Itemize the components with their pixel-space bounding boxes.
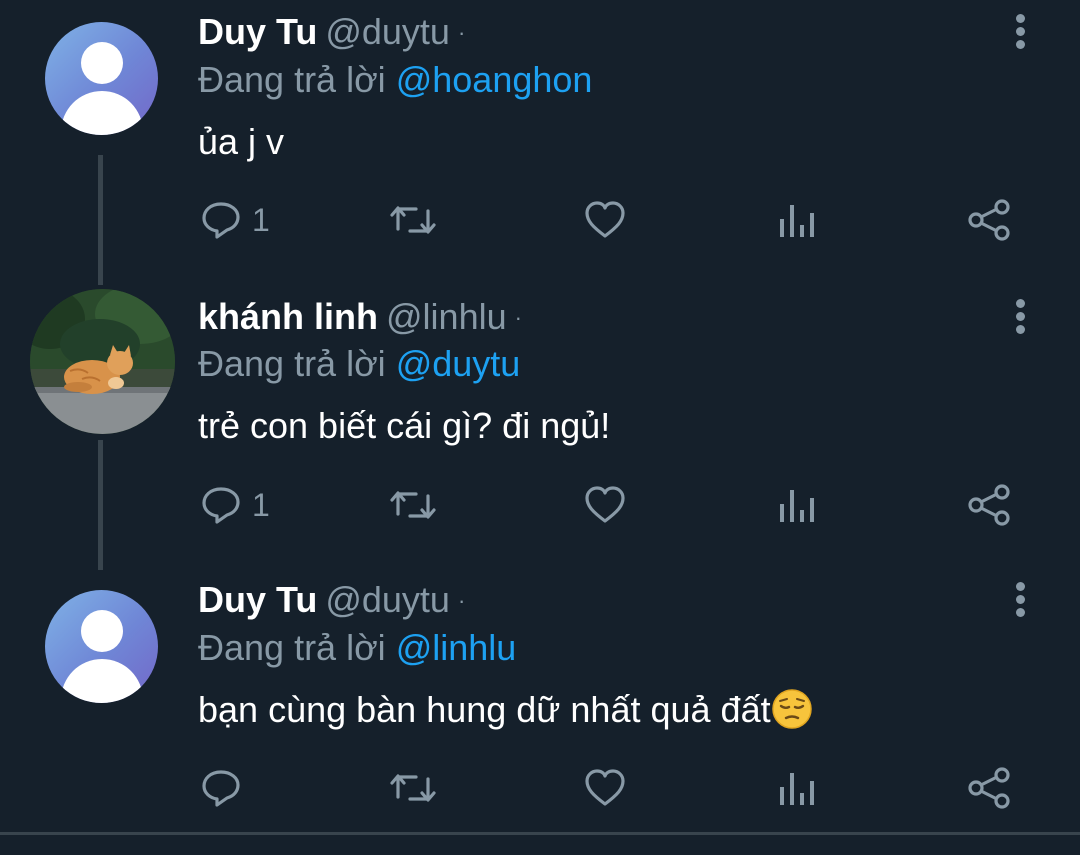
user-handle[interactable]: @duytu: [325, 579, 450, 620]
cat-photo-image: [30, 289, 175, 434]
tweet-text: trẻ con biết cái gì? đi ngủ!: [198, 405, 611, 446]
replying-to: Đang trả lời @hoanghon: [198, 58, 592, 102]
reply-button[interactable]: 1: [200, 480, 270, 530]
retweet-icon: [390, 206, 436, 234]
avatar[interactable]: [45, 22, 158, 135]
separator-dot: ·: [514, 305, 522, 330]
display-name[interactable]: khánh linh: [198, 296, 378, 337]
retweet-button[interactable]: [388, 195, 438, 245]
tweet-header: Duy Tu @duytu ·: [198, 10, 465, 54]
share-icon: [968, 484, 1010, 526]
more-options-button[interactable]: [1004, 295, 1038, 339]
display-name[interactable]: Duy Tu: [198, 579, 317, 620]
heart-icon: [585, 201, 625, 238]
default-profile-icon: [81, 610, 123, 652]
divider: [0, 832, 1080, 835]
reply-mention-link[interactable]: @duytu: [396, 343, 521, 384]
tweet-text-container: bạn cùng bàn hung dữ nhất quả đất: [198, 686, 813, 734]
analytics-button[interactable]: [778, 763, 816, 813]
reply-icon: [202, 487, 240, 524]
tweet-header: khánh linh @linhlu ·: [198, 295, 522, 339]
reply-count: 1: [252, 202, 270, 238]
analytics-button[interactable]: [778, 195, 816, 245]
default-profile-icon: [81, 42, 123, 84]
share-icon: [968, 767, 1010, 809]
reply-button[interactable]: [200, 763, 252, 813]
reply-prefix: Đang trả lời: [198, 627, 386, 668]
reply-mention-link[interactable]: @hoanghon: [396, 59, 593, 100]
user-handle[interactable]: @linhlu: [386, 296, 507, 337]
pensive-face-emoji: [771, 689, 812, 729]
share-button[interactable]: [967, 195, 1011, 245]
analytics-icon: [780, 773, 814, 805]
separator-dot: ·: [457, 20, 466, 45]
retweet-button[interactable]: [388, 763, 438, 813]
separator-dot: ·: [457, 588, 466, 613]
reply-icon: [202, 770, 240, 807]
display-name[interactable]: Duy Tu: [198, 11, 317, 52]
retweet-icon: [390, 491, 436, 519]
avatar[interactable]: [45, 590, 158, 703]
analytics-icon: [780, 490, 814, 522]
avatar[interactable]: [30, 289, 175, 434]
more-options-button[interactable]: [1004, 578, 1038, 622]
user-handle[interactable]: @duytu: [325, 11, 450, 52]
reply-mention-link[interactable]: @linhlu: [396, 627, 517, 668]
analytics-button[interactable]: [778, 480, 816, 530]
reply-icon: [202, 202, 240, 239]
like-button[interactable]: [583, 763, 627, 813]
tweet-text: bạn cùng bàn hung dữ nhất quả đất: [198, 689, 771, 730]
share-button[interactable]: [967, 480, 1011, 530]
replying-to: Đang trả lời @linhlu: [198, 626, 516, 670]
heart-icon: [585, 769, 625, 806]
more-options-button[interactable]: [1004, 10, 1038, 54]
tweet-text: ủa j v: [198, 121, 285, 162]
heart-icon: [585, 486, 625, 523]
replying-to: Đang trả lời @duytu: [198, 342, 520, 386]
analytics-icon: [780, 205, 814, 237]
retweet-icon: [390, 774, 436, 802]
like-button[interactable]: [583, 195, 627, 245]
tweet[interactable]: Duy Tu @duytu · Đang trả lời @linhlu bạn c…: [0, 570, 1080, 832]
reply-button[interactable]: 1: [200, 195, 270, 245]
reply-prefix: Đang trả lời: [198, 343, 386, 384]
retweet-button[interactable]: [388, 480, 438, 530]
tweet[interactable]: Duy Tu @duytu · Đang trả lời @hoanghon ủa …: [0, 0, 1080, 285]
reply-count: 1: [252, 487, 270, 523]
reply-prefix: Đang trả lời: [198, 59, 386, 100]
tweet-header: Duy Tu @duytu ·: [198, 578, 465, 622]
tweet[interactable]: khánh linh @linhlu · Đang trả lời @duytu t…: [0, 285, 1080, 570]
share-button[interactable]: [967, 763, 1011, 813]
share-icon: [968, 199, 1010, 241]
like-button[interactable]: [583, 480, 627, 530]
